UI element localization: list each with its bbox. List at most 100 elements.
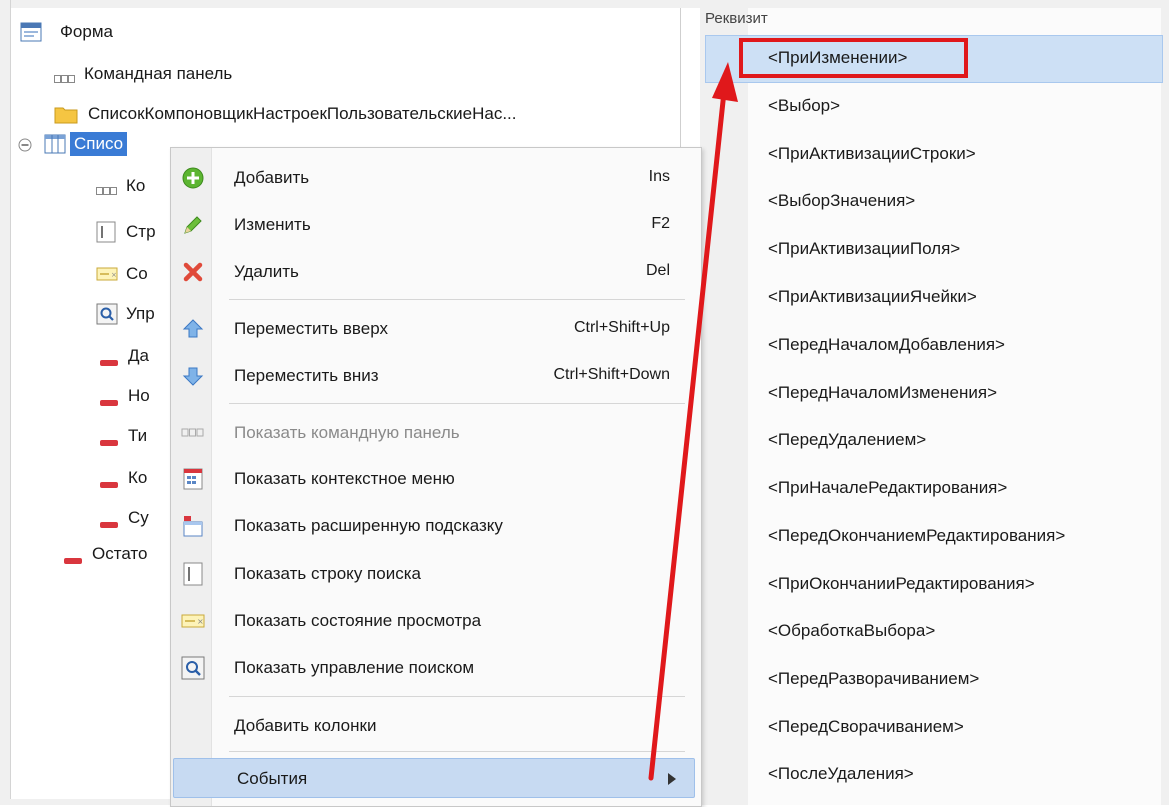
menu-item-show-extended-tooltip[interactable]: Показать расширенную подсказку [171, 506, 701, 546]
view-status-icon: × [181, 609, 205, 633]
attribute-icon [100, 352, 118, 366]
form-icon [20, 22, 42, 42]
menu-item-shortcut: Ctrl+Shift+Down [553, 366, 671, 383]
search-control-icon [181, 656, 205, 680]
annotation-highlight-box [739, 38, 968, 78]
tree-node-child-command-panel[interactable]: Ко [96, 172, 149, 200]
event-item[interactable]: <Выбор> [768, 92, 840, 120]
menu-item-events[interactable]: События [173, 758, 695, 798]
menu-item-show-context-menu[interactable]: Показать контекстное меню [171, 459, 701, 499]
menu-item-shortcut: F2 [651, 215, 670, 232]
menu-item-label: Показать состояние просмотра [234, 611, 482, 630]
menu-item-label: Удалить [234, 262, 299, 281]
move-down-icon [181, 364, 205, 388]
attribute-icon [100, 514, 118, 528]
context-menu-icon [181, 467, 205, 491]
menu-item-show-search-control[interactable]: Показать управление поиском [171, 648, 701, 688]
add-icon [181, 166, 205, 190]
menu-item-move-down[interactable]: Переместить вниз Ctrl+Shift+Down [171, 356, 701, 396]
collapse-icon[interactable] [18, 137, 32, 152]
event-item[interactable]: <ОбработкаВыбора> [768, 617, 935, 645]
menu-item-label: Показать управление поиском [234, 658, 475, 677]
menu-item-label: Переместить вверх [234, 319, 388, 338]
menu-separator [229, 403, 685, 404]
event-item[interactable]: <ПередНачаломИзменения> [768, 379, 997, 407]
tree-node-label: Ти [128, 426, 148, 445]
event-item[interactable]: <ПередРазворачиванием> [768, 665, 979, 693]
tree-node-remainder[interactable]: Остато [64, 540, 151, 568]
event-item[interactable]: <ПередНачаломДобавления> [768, 331, 1005, 359]
menu-item-add[interactable]: Добавить Ins [171, 158, 701, 198]
tree-node-child-attribute-3[interactable]: Ти [100, 422, 151, 450]
tree-node-label: Стр [126, 222, 156, 241]
tree-node-child-attribute-1[interactable]: Да [100, 342, 153, 370]
tree-node-label: Но [128, 386, 150, 405]
view-status-icon: × [96, 266, 118, 282]
tree-node-child-view-status[interactable]: × Со [96, 260, 152, 288]
menu-item-label: Переместить вниз [234, 366, 379, 385]
tree-node-label: Ко [128, 468, 148, 487]
event-item[interactable]: <ВыборЗначения> [768, 187, 915, 215]
menu-item-label: Добавить [234, 168, 310, 187]
menu-item-label: Добавить колонки [234, 716, 377, 735]
tree-node-label: Упр [126, 304, 155, 323]
folder-icon [54, 104, 78, 124]
command-panel-icon [181, 421, 205, 445]
tree-node-list-table[interactable]: Списо [18, 130, 128, 158]
events-panel-gutter [700, 8, 748, 805]
menu-item-delete[interactable]: Удалить Del [171, 252, 701, 292]
tree-node-label: Остато [92, 544, 148, 563]
menu-item-shortcut: Ins [648, 168, 670, 185]
search-string-icon [96, 221, 116, 243]
menu-item-move-up[interactable]: Переместить вверх Ctrl+Shift+Up [171, 309, 701, 349]
menu-item-show-search-string[interactable]: Показать строку поиска [171, 554, 701, 594]
tree-node-form[interactable]: Форма [20, 18, 117, 46]
event-item[interactable]: <ПередУдалением> [768, 426, 926, 454]
tree-node-label: Со [126, 264, 148, 283]
search-string-icon [181, 562, 205, 586]
tree-node-child-attribute-4[interactable]: Ко [100, 464, 151, 492]
menu-item-add-columns[interactable]: Добавить колонки [171, 706, 701, 746]
menu-item-shortcut: Ctrl+Shift+Up [573, 319, 670, 336]
tree-node-command-panel[interactable]: Командная панель [54, 60, 236, 88]
event-item[interactable]: <ПередОкончаниемРедактирования> [768, 522, 1065, 550]
menu-separator [229, 751, 685, 752]
delete-icon [181, 260, 205, 284]
tree-node-child-attribute-5[interactable]: Су [100, 504, 153, 532]
event-item[interactable]: <ПриАктивизацииПоля> [768, 235, 960, 263]
menu-item-show-view-status[interactable]: × Показать состояние просмотра [171, 601, 701, 641]
menu-item-label: Изменить [234, 215, 311, 234]
tree-node-label: Форма [60, 22, 113, 41]
extended-tooltip-icon [181, 514, 205, 538]
tree-node-child-search-string[interactable]: Стр [96, 218, 160, 246]
menu-item-label: Показать командную панель [234, 423, 460, 442]
edit-icon [181, 213, 205, 237]
menu-item-label: Показать строку поиска [234, 564, 421, 583]
event-item[interactable]: <ПередСворачиванием> [768, 713, 964, 741]
menu-item-shortcut: Del [645, 262, 670, 279]
command-panel-icon [54, 69, 76, 83]
event-item[interactable]: <ПриОкончанииРедактирования> [768, 570, 1035, 598]
menu-item-edit[interactable]: Изменить F2 [171, 205, 701, 245]
menu-item-show-command-panel[interactable]: Показать командную панель [171, 413, 701, 453]
tree-node-label: Су [128, 508, 149, 527]
event-item[interactable]: <ПослеУдаления> [768, 760, 914, 788]
tree-node-child-attribute-2[interactable]: Но [100, 382, 154, 410]
context-menu: Добавить Ins Изменить F2 Удалить Del Пер… [170, 147, 702, 807]
event-item[interactable]: <ПриАктивизацииСтроки> [768, 140, 976, 168]
tree-node-label: СписокКомпоновщикНастроекПользовательски… [88, 104, 517, 123]
move-up-icon [181, 317, 205, 341]
tree-node-label: Ко [126, 176, 146, 195]
tree-node-settings-list[interactable]: СписокКомпоновщикНастроекПользовательски… [54, 100, 521, 128]
attribute-icon [100, 474, 118, 488]
tree-node-label: Да [128, 346, 149, 365]
tree-node-child-search-control[interactable]: Упр [96, 300, 159, 328]
event-item[interactable]: <ПриНачалеРедактирования> [768, 474, 1007, 502]
tree-node-label: Командная панель [84, 64, 233, 83]
event-item[interactable]: <ПриАктивизацииЯчейки> [768, 283, 977, 311]
menu-separator [229, 299, 685, 300]
menu-separator [229, 696, 685, 697]
attribute-icon [64, 550, 82, 564]
attribute-icon [100, 392, 118, 406]
table-icon [44, 134, 66, 154]
